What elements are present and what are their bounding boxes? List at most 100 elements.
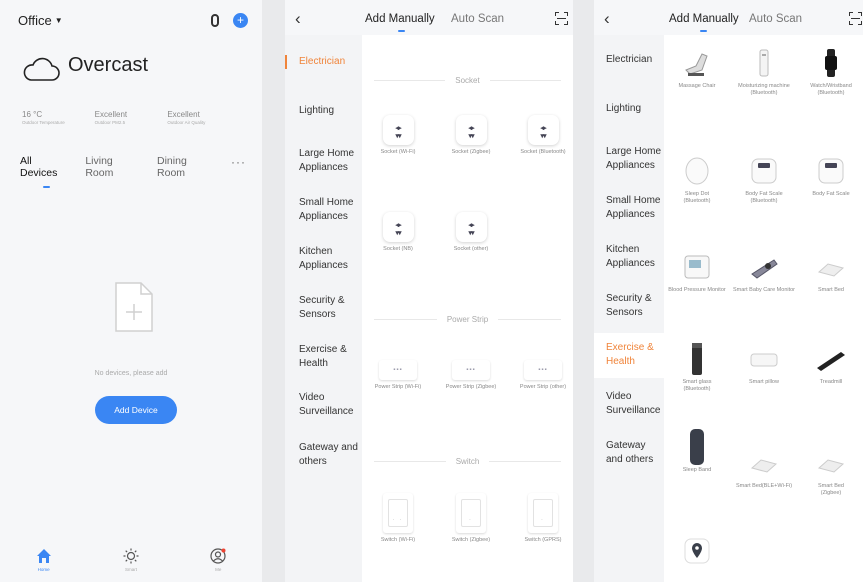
tab-auto-scan[interactable]: Auto Scan: [451, 13, 504, 25]
socket-icon: ◂▸ ▾▾: [455, 115, 487, 145]
category-gateway-others[interactable]: Gateway and others: [606, 439, 664, 467]
bottle-icon: [681, 343, 713, 375]
device-body-fat-scale[interactable]: Body Fat Scale: [798, 155, 863, 198]
device-list: Socket ◂▸ ▾▾ Socket (Wi-Fi) ◂▸ ▾▾ Socket (…: [362, 35, 573, 582]
home-icon: [36, 549, 51, 563]
more-icon[interactable]: ···: [231, 155, 246, 179]
nav-bar: ‹ Add Manually Auto Scan: [594, 8, 863, 32]
home-selector[interactable]: Office ▼: [18, 13, 63, 28]
stat-air-quality: Excellent Outdoor Air Quality: [167, 110, 230, 125]
device-blood-pressure-monitor[interactable]: Blood Pressure Monitor: [664, 251, 730, 294]
category-small-home-appliances[interactable]: Small Home Appliances: [606, 194, 664, 222]
back-icon[interactable]: ‹: [295, 9, 301, 29]
category-video-surveillance[interactable]: Video Surveillance: [299, 391, 361, 419]
device-body-fat-scale-bluetooth[interactable]: Body Fat Scale (Bluetooth): [731, 155, 797, 205]
section-title: Switch: [455, 456, 480, 466]
tab-add-manually[interactable]: Add Manually: [365, 13, 435, 25]
category-electrician[interactable]: Electrician: [285, 55, 361, 69]
tab-all-devices[interactable]: All Devices: [20, 155, 71, 188]
device-label: Smart Bed(BLE+Wi-Fi): [735, 483, 793, 489]
device-moisturizing-machine[interactable]: Moisturizing machine (Bluetooth): [731, 47, 797, 97]
tab-me[interactable]: Me: [183, 544, 253, 582]
category-gateway-others[interactable]: Gateway and others: [299, 441, 361, 469]
category-small-home-appliances[interactable]: Small Home Appliances: [299, 196, 361, 224]
device-label: Switch (Wi-Fi): [380, 537, 416, 543]
active-tab-indicator: [700, 30, 707, 32]
bottom-tab-bar: Home Smart Me: [0, 544, 262, 582]
home-header: Office ▼ +: [18, 10, 248, 30]
bed-icon: [815, 447, 847, 479]
device-smart-bed-zigbee[interactable]: Smart Bed (Zigbee): [798, 447, 863, 497]
category-lighting[interactable]: Lighting: [606, 102, 664, 116]
category-security-sensors[interactable]: Security & Sensors: [606, 292, 664, 320]
device-switch-gprs[interactable]: · Switch (GPRS): [511, 493, 573, 544]
device-massage-chair[interactable]: Massage Chair: [664, 47, 730, 90]
scale-icon: [748, 155, 780, 187]
device-label: Sleep Band: [682, 467, 712, 473]
device-socket-wifi[interactable]: ◂▸ ▾▾ Socket (Wi-Fi): [366, 115, 430, 156]
device-watch-wristband[interactable]: Watch/Wristband (Bluetooth): [798, 47, 863, 97]
add-device-button[interactable]: Add Device: [95, 396, 177, 424]
device-smart-bed[interactable]: Smart Bed: [798, 251, 863, 294]
device-smart-bed-ble-wifi[interactable]: Smart Bed(BLE+Wi-Fi): [731, 447, 797, 490]
category-exercise-health[interactable]: Exercise & Health: [299, 343, 361, 371]
device-label: Power Strip (Zigbee): [445, 384, 497, 390]
tab-auto-scan[interactable]: Auto Scan: [749, 13, 802, 25]
add-icon[interactable]: +: [233, 12, 248, 28]
device-sleep-dot[interactable]: Sleep Dot (Bluetooth): [664, 155, 730, 205]
device-smart-glass[interactable]: Smart glass (Bluetooth): [664, 343, 730, 393]
device-socket-zigbee[interactable]: ◂▸ ▾▾ Socket (Zigbee): [439, 115, 503, 156]
device-power-strip-wifi[interactable]: ▪▪▪ Power Strip (Wi-Fi): [366, 360, 430, 391]
section-switch: Switch: [374, 455, 561, 467]
category-kitchen-appliances[interactable]: Kitchen Appliances: [606, 243, 664, 271]
device-label: Smart glass (Bluetooth): [682, 379, 712, 392]
device-label: Watch/Wristband (Bluetooth): [810, 83, 852, 96]
room-tabs: All Devices Living Room Dining Room ···: [20, 155, 246, 188]
scan-icon[interactable]: [555, 12, 568, 25]
tab-home[interactable]: Home: [9, 544, 79, 582]
category-video-surveillance[interactable]: Video Surveillance: [606, 390, 664, 418]
stat-label: Outdoor PM2.5: [94, 120, 126, 125]
device-switch-zigbee[interactable]: · Switch (Zigbee): [439, 493, 503, 544]
nav-bar: ‹ Add Manually Auto Scan: [285, 8, 573, 32]
microphone-icon[interactable]: [211, 13, 219, 27]
back-icon[interactable]: ‹: [604, 9, 610, 29]
tab-add-manually[interactable]: Add Manually: [669, 13, 739, 25]
device-location-tracker[interactable]: [664, 535, 730, 567]
device-power-strip-other[interactable]: ▪▪▪ Power Strip (other): [511, 360, 573, 391]
tab-dining-room[interactable]: Dining Room: [157, 155, 217, 179]
tab-smart[interactable]: Smart: [96, 544, 166, 582]
category-electrician[interactable]: Electrician: [606, 53, 664, 67]
category-lighting[interactable]: Lighting: [299, 104, 361, 118]
category-kitchen-appliances[interactable]: Kitchen Appliances: [299, 245, 361, 273]
device-label: Socket (NB): [383, 246, 413, 252]
tab-label: Me: [215, 567, 222, 572]
socket-icon: ◂▸ ▾▾: [455, 212, 487, 242]
category-exercise-health[interactable]: Exercise & Health: [606, 341, 664, 369]
pillow-icon: [748, 343, 780, 375]
device-sleep-band[interactable]: Sleep Band: [664, 429, 730, 474]
device-power-strip-zigbee[interactable]: ▪▪▪ Power Strip (Zigbee): [439, 360, 503, 391]
device-socket-nb[interactable]: ◂▸ ▾▾ Socket (NB): [366, 212, 430, 253]
scan-icon[interactable]: [849, 12, 862, 25]
device-switch-wifi[interactable]: · · Switch (Wi-Fi): [366, 493, 430, 544]
empty-document-icon: [115, 282, 153, 332]
device-socket-bluetooth[interactable]: ◂▸ ▾▾ Socket (Bluetooth): [511, 115, 573, 156]
tab-living-room[interactable]: Living Room: [85, 155, 143, 179]
switch-icon: ·: [456, 493, 486, 533]
add-device-screen-electrician: ‹ Add Manually Auto Scan Electrician Lig…: [285, 0, 573, 582]
socket-icon: ◂▸ ▾▾: [527, 115, 559, 145]
empty-state-text: No devices, please add: [94, 370, 168, 377]
sun-icon: [123, 548, 139, 564]
device-label: Power Strip (Wi-Fi): [374, 384, 422, 390]
device-socket-other[interactable]: ◂▸ ▾▾ Socket (other): [439, 212, 503, 253]
category-large-home-appliances[interactable]: Large Home Appliances: [299, 147, 361, 175]
category-large-home-appliances[interactable]: Large Home Appliances: [606, 145, 664, 173]
category-security-sensors[interactable]: Security & Sensors: [299, 294, 361, 322]
device-label: Smart Baby Care Monitor: [732, 287, 796, 293]
stat-value: Excellent: [94, 110, 128, 119]
device-smart-baby-care-monitor[interactable]: Smart Baby Care Monitor: [731, 251, 797, 294]
sleep-band-icon: [681, 429, 713, 465]
device-smart-pillow[interactable]: Smart pillow: [731, 343, 797, 386]
device-treadmill[interactable]: Treadmill: [798, 343, 863, 386]
